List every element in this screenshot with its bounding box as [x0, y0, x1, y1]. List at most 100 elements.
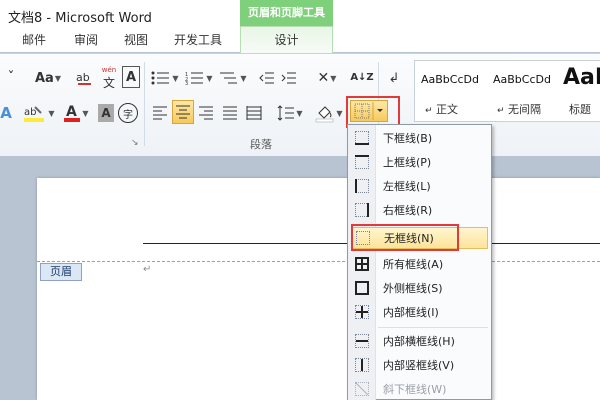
align-center-icon: [176, 105, 190, 119]
change-case-label: Aa: [35, 70, 54, 86]
multilevel-list-icon: [220, 72, 238, 84]
style-heading-name: 标题: [569, 103, 591, 116]
align-left-icon: [153, 106, 167, 120]
character-shading-label: A: [101, 106, 111, 120]
menu-separator: [378, 327, 488, 328]
phonetic-guide-char: 文: [102, 75, 115, 90]
menu-item-left-border[interactable]: 左框线(L): [349, 175, 490, 197]
character-border-button[interactable]: A: [122, 66, 140, 88]
align-right-icon: [199, 106, 213, 120]
paragraph-group-label: 段落: [250, 138, 272, 151]
distributed-button[interactable]: [244, 102, 264, 124]
all-borders-icon: [355, 257, 369, 271]
right-border-icon: [355, 203, 369, 217]
line-spacing-button[interactable]: ▼: [274, 102, 306, 124]
justify-button[interactable]: [220, 102, 240, 124]
decrease-indent-button[interactable]: [258, 68, 276, 88]
menu-item-bottom-border[interactable]: 下框线(B): [349, 127, 490, 149]
bullets-button[interactable]: ▼: [150, 68, 180, 88]
style-normal-sample: AaBbCcDd: [421, 73, 479, 86]
clear-formatting-icon: ab: [76, 71, 91, 85]
font-color-button[interactable]: A ▼: [60, 102, 92, 124]
diagonal-down-border-icon: [355, 382, 369, 396]
inside-vertical-border-icon: [355, 358, 369, 372]
outside-borders-icon: [355, 281, 369, 295]
svg-text:3: 3: [185, 81, 188, 85]
style-no-spacing-sample: AaBbCcDd: [493, 73, 551, 86]
font-dialog-launcher[interactable]: ↘: [131, 138, 139, 148]
sort-button[interactable]: A↓Z: [350, 66, 374, 88]
align-right-button[interactable]: [196, 102, 216, 124]
menu-item-right-border[interactable]: 右框线(R): [349, 199, 490, 221]
ribbon: ˇ Aa ▼ ab wén 文 A ▼ 1 2 3 ▼ ▼ ✕ ▼ A↓Z ↲ A ab ▼…: [0, 53, 600, 157]
styles-gallery[interactable]: AaBbCcDd ↵ 正文 AaBbCcDd ↵ 无间隔 AaI 标题: [414, 60, 600, 122]
menu-item-inside-borders[interactable]: 内部框线(I): [349, 301, 490, 323]
svg-text:ab: ab: [24, 107, 36, 118]
numbering-button[interactable]: 1 2 3 ▼: [184, 68, 214, 88]
tab-design[interactable]: 设计: [240, 26, 333, 53]
phonetic-guide-button[interactable]: wén 文: [98, 66, 120, 90]
text-highlight-button[interactable]: ab ▼: [20, 102, 58, 124]
paint-bucket-icon: [316, 106, 334, 123]
style-normal-name: ↵ 正文: [425, 103, 459, 116]
character-shading-button[interactable]: A: [98, 104, 114, 122]
distributed-icon: [246, 106, 262, 120]
menu-item-inside-vertical[interactable]: 内部竖框线(V): [349, 354, 490, 376]
header-boundary: [37, 261, 600, 262]
style-no-spacing[interactable]: AaBbCcDd ↵ 无间隔: [487, 61, 553, 121]
change-case-button[interactable]: Aa ▼: [34, 68, 62, 88]
clear-formatting-button[interactable]: ab: [74, 66, 96, 90]
character-border-label: A: [125, 69, 137, 85]
asian-layout-button[interactable]: ✕ ▼: [312, 68, 342, 88]
style-heading[interactable]: AaI 标题: [557, 61, 600, 121]
show-marks-button[interactable]: ↲: [386, 68, 402, 88]
top-border-icon: [355, 155, 369, 169]
font-color-icon: A: [64, 104, 81, 122]
align-center-button[interactable]: [172, 100, 194, 124]
header-tag: 页眉: [40, 263, 82, 281]
increase-indent-icon: [281, 72, 296, 84]
svg-text:ab: ab: [76, 71, 90, 84]
bottom-border-icon: [355, 131, 369, 145]
shrink-font-button[interactable]: ˇ: [2, 68, 20, 88]
left-border-icon: [355, 179, 369, 193]
align-left-button[interactable]: [150, 102, 170, 124]
multilevel-list-button[interactable]: ▼: [218, 68, 248, 88]
menu-item-inside-horizontal[interactable]: 内部横框线(H): [349, 330, 490, 352]
inside-borders-icon: [355, 305, 369, 319]
enclose-characters-button[interactable]: 字: [118, 103, 138, 123]
no-border-highlight: [351, 224, 459, 251]
paragraph-mark: ↵: [143, 264, 152, 275]
asian-layout-icon: ✕: [317, 70, 330, 86]
menu-item-top-border[interactable]: 上框线(P): [349, 151, 490, 173]
text-effects-button[interactable]: A: [0, 102, 12, 124]
document-page[interactable]: [37, 178, 600, 400]
menu-item-outside-borders[interactable]: 外侧框线(S): [349, 277, 490, 299]
tab-developer[interactable]: 开发工具: [174, 31, 222, 48]
group-divider: [144, 62, 145, 146]
window-title: 文档8 - Microsoft Word: [8, 11, 152, 26]
shading-button[interactable]: ▼: [314, 102, 344, 124]
sort-icon: A↓Z: [350, 71, 374, 83]
text-effects-icon: A: [0, 104, 12, 122]
menu-item-all-borders[interactable]: 所有框线(A): [349, 253, 490, 275]
decrease-indent-icon: [259, 72, 274, 84]
increase-indent-button[interactable]: [280, 68, 298, 88]
inside-horizontal-border-icon: [355, 334, 369, 348]
enclose-characters-label: 字: [123, 109, 133, 121]
contextual-tab-header: 页眉和页脚工具: [240, 0, 333, 26]
highlighter-icon: ab: [24, 106, 45, 122]
line-spacing-icon: [278, 105, 295, 121]
tab-mailings[interactable]: 邮件: [22, 31, 46, 48]
paragraph-mark-icon: ↵: [425, 106, 433, 116]
phonetic-guide-pinyin: wén: [101, 65, 117, 74]
pilcrow-icon: ↲: [388, 70, 400, 86]
style-normal[interactable]: AaBbCcDd ↵ 正文: [415, 61, 481, 121]
numbering-icon: 123: [185, 72, 204, 85]
justify-icon: [223, 106, 237, 120]
style-heading-sample: AaI: [563, 65, 600, 90]
tab-view[interactable]: 视图: [124, 31, 148, 48]
menu-item-diagonal-down[interactable]: 斜下框线(W): [349, 378, 490, 400]
bullets-icon: [151, 71, 170, 85]
tab-review[interactable]: 审阅: [74, 31, 98, 48]
